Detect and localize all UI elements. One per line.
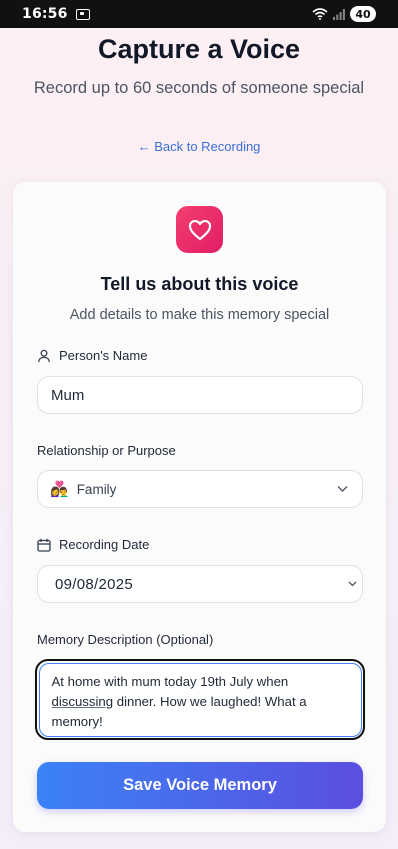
card-title: Tell us about this voice: [100, 274, 299, 294]
status-bar: 16:56 40: [0, 0, 398, 28]
chevron-down-icon: [337, 486, 348, 492]
memory-description-text[interactable]: At home with mum today 19th July when di…: [38, 662, 362, 737]
heart-icon: [188, 219, 211, 240]
status-left: 16:56: [22, 6, 90, 22]
date-chevron-down-icon: [348, 581, 357, 587]
recording-date-value: 09/08/2025: [55, 575, 134, 593]
cast-icon: [75, 8, 90, 20]
save-voice-memory-button[interactable]: Save Voice Memory: [37, 762, 363, 809]
name-input[interactable]: Mum: [37, 376, 363, 414]
recording-date-input[interactable]: 09/08/2025: [37, 565, 363, 603]
family-emoji-icon: 👩‍❤️‍👨: [50, 481, 69, 498]
name-label: Person's Name: [37, 348, 147, 363]
card-subtitle: Add details to make this memory special: [69, 307, 330, 323]
description-label: Memory Description (Optional): [37, 632, 213, 647]
battery-indicator: 40: [350, 6, 376, 22]
status-time: 16:56: [22, 6, 68, 22]
back-to-recording-link[interactable]: ← Back to Recording: [0, 139, 398, 154]
signal-icon: [333, 8, 345, 20]
heart-badge: [176, 206, 223, 253]
wifi-icon: [312, 8, 328, 20]
name-label-text: Person's Name: [59, 348, 148, 363]
relationship-select[interactable]: 👩‍❤️‍👨 Family: [37, 470, 363, 508]
voice-details-card: Tell us about this voice Add details to …: [13, 182, 386, 832]
calendar-icon: [37, 538, 51, 552]
name-input-value: Mum: [51, 386, 85, 404]
date-label-text: Recording Date: [59, 537, 150, 552]
date-label: Recording Date: [37, 537, 149, 552]
description-text-part: At home with mum today 19th July when: [51, 673, 289, 689]
status-right: 40: [312, 6, 376, 22]
relationship-label: Relationship or Purpose: [37, 443, 176, 458]
relationship-select-value: Family: [76, 481, 117, 497]
page-title: Capture a Voice: [97, 34, 301, 64]
description-label-text: Memory Description (Optional): [37, 632, 214, 647]
description-text-underlined: discussing: [51, 693, 114, 709]
memory-description-textarea[interactable]: At home with mum today 19th July when di…: [35, 659, 365, 740]
page-subtitle: Record up to 60 seconds of someone speci…: [33, 79, 365, 97]
person-icon: [38, 349, 50, 362]
relationship-label-text: Relationship or Purpose: [37, 443, 176, 458]
